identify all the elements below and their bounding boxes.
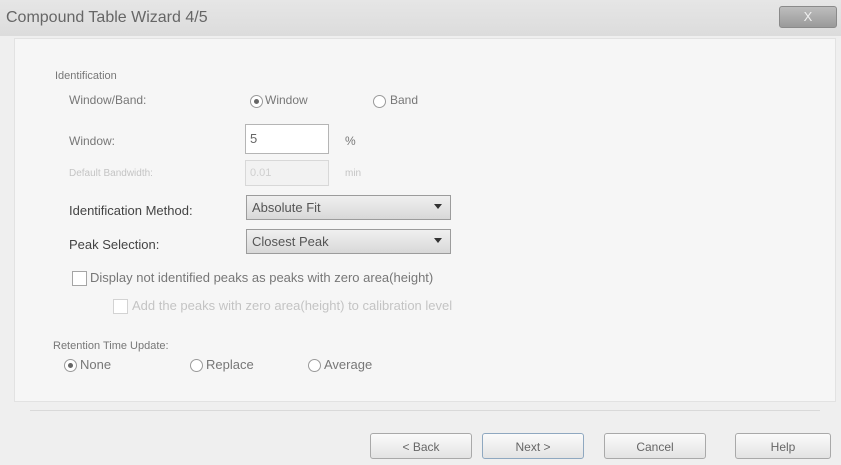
cancel-button[interactable]: Cancel	[604, 433, 706, 459]
retention-replace-label[interactable]: Replace	[206, 357, 254, 372]
chevron-down-icon	[434, 204, 442, 209]
identification-group-label: Identification	[55, 70, 117, 82]
band-radio-label[interactable]: Band	[390, 93, 418, 107]
peak-selection-value: Closest Peak	[252, 234, 329, 249]
default-bandwidth-input[interactable]: 0.01	[245, 160, 329, 186]
chevron-down-icon	[434, 238, 442, 243]
add-peaks-label[interactable]: Add the peaks with zero area(height) to …	[132, 298, 452, 313]
retention-average-label[interactable]: Average	[324, 357, 372, 372]
default-bandwidth-unit: min	[345, 168, 362, 179]
next-button[interactable]: Next >	[482, 433, 584, 459]
retention-none-radio[interactable]	[64, 359, 77, 372]
identification-method-select[interactable]: Absolute Fit	[246, 195, 451, 220]
peak-selection-label: Peak Selection:	[69, 237, 160, 252]
window-band-label: Window/Band:	[69, 93, 147, 107]
add-peaks-checkbox[interactable]	[113, 299, 128, 314]
window-label: Window:	[69, 134, 116, 148]
window-radio[interactable]	[250, 95, 263, 108]
retention-group-label: Retention Time Update:	[53, 340, 169, 352]
back-button[interactable]: < Back	[370, 433, 472, 459]
retention-average-radio[interactable]	[308, 359, 321, 372]
retention-none-label[interactable]: None	[80, 357, 111, 372]
wizard-window: Compound Table Wizard 4/5 X Identificati…	[0, 0, 841, 465]
identification-method-label: Identification Method:	[69, 203, 193, 218]
window-title: Compound Table Wizard 4/5	[6, 9, 208, 26]
display-not-identified-checkbox[interactable]	[72, 271, 87, 286]
band-radio[interactable]	[373, 95, 386, 108]
retention-replace-radio[interactable]	[190, 359, 203, 372]
window-percent-input[interactable]: 5	[245, 124, 329, 154]
help-button[interactable]: Help	[735, 433, 831, 459]
display-not-identified-label[interactable]: Display not identified peaks as peaks wi…	[90, 270, 433, 285]
title-bar: Compound Table Wizard 4/5 X	[0, 0, 841, 36]
default-bandwidth-label: Default Bandwidth:	[69, 168, 153, 179]
footer-separator	[30, 410, 820, 411]
identification-method-value: Absolute Fit	[252, 200, 321, 215]
window-unit-label: %	[345, 134, 356, 148]
close-button[interactable]: X	[779, 6, 837, 28]
window-radio-label[interactable]: Window	[265, 93, 308, 107]
peak-selection-select[interactable]: Closest Peak	[246, 229, 451, 254]
